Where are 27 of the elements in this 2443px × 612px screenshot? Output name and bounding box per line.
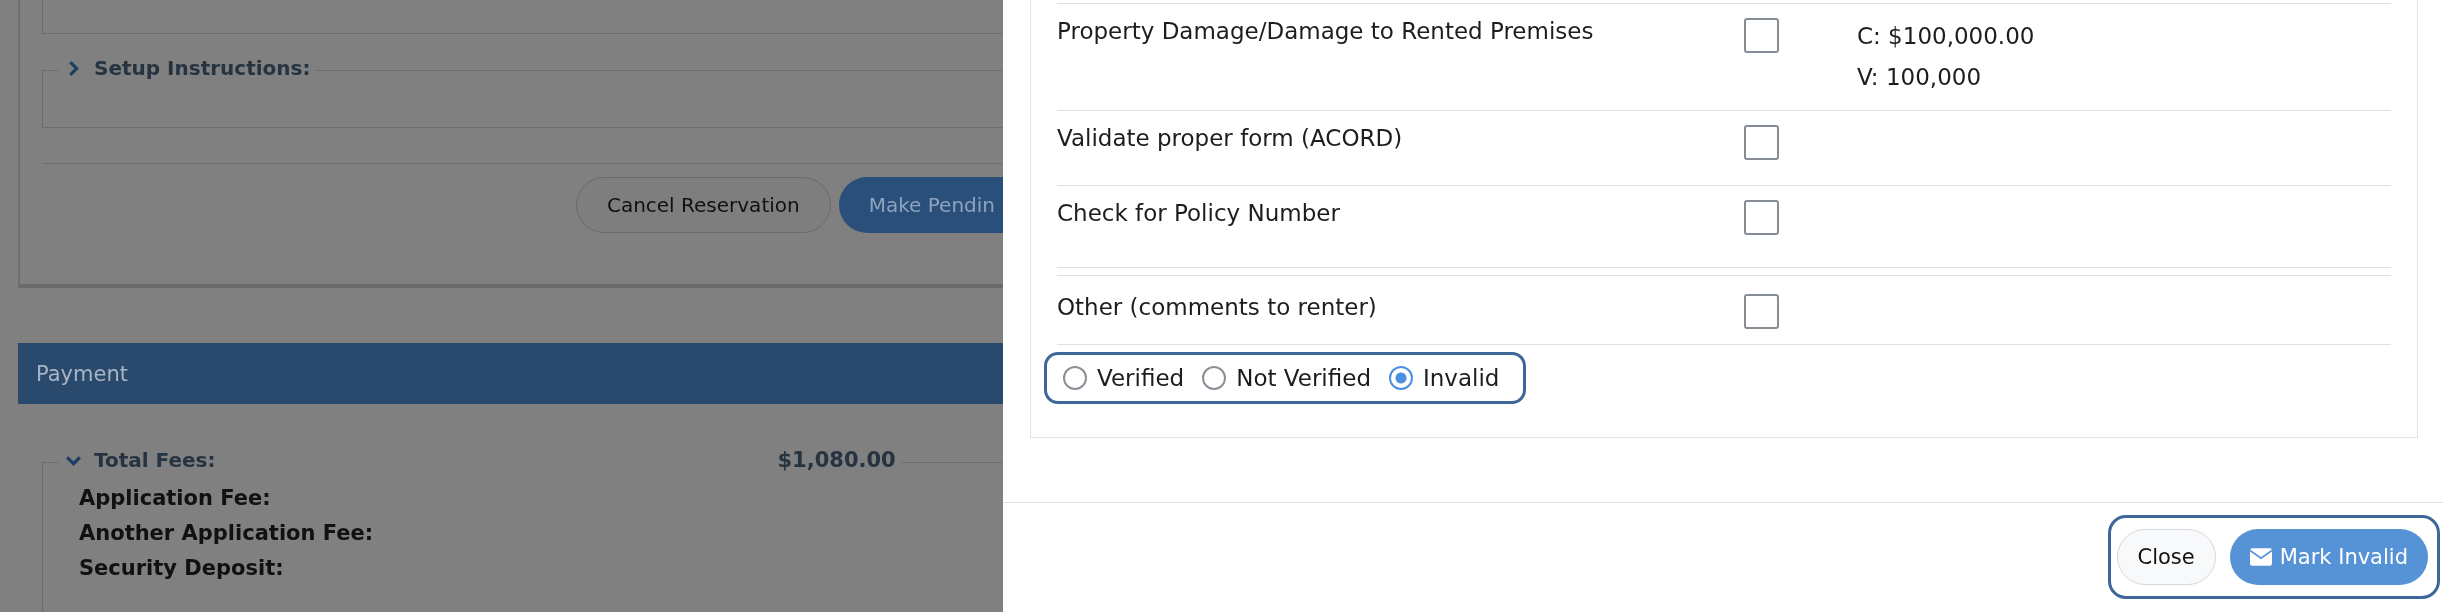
total-amount: $1,080.00 <box>777 448 896 472</box>
checkbox[interactable] <box>1744 200 1779 235</box>
fee-label: Security Deposit: <box>79 556 285 582</box>
radio-label[interactable]: Not Verified <box>1236 365 1371 391</box>
checklist-label: Other (comments to renter) <box>1057 294 1378 322</box>
section-label[interactable]: Total Fees: <box>94 448 216 472</box>
radio-button[interactable] <box>1389 366 1413 390</box>
payment-header: Payment <box>18 343 1003 404</box>
checkbox[interactable] <box>1744 125 1779 160</box>
radio-label[interactable]: Invalid <box>1423 365 1500 391</box>
checkbox[interactable] <box>1744 294 1779 329</box>
radio-label[interactable]: Verified <box>1097 365 1185 391</box>
cancel-reservation-button[interactable]: Cancel Reservation <box>575 177 831 233</box>
fee-label: Application Fee: <box>79 486 272 512</box>
radio-button[interactable] <box>1202 366 1227 390</box>
checklist-label: Validate proper form (ACORD) <box>1057 125 1404 153</box>
checkbox[interactable] <box>1744 18 1779 53</box>
checklist-label: Check for Policy Number <box>1057 200 1341 228</box>
coverage-value: C: $100,000.00 <box>1857 23 2035 49</box>
fee-label: Another Application Fee: <box>79 521 375 547</box>
envelope-icon <box>2249 548 2272 566</box>
radio-button[interactable] <box>1063 366 1087 390</box>
close-button[interactable]: Close <box>2116 529 2216 585</box>
checklist-label: Property Damage/Damage to Rented Premises <box>1057 18 1595 46</box>
coverage-value: V: 100,000 <box>1857 64 1983 90</box>
make-pending-button[interactable]: Make Pendin <box>838 177 1003 233</box>
mark-invalid-button[interactable]: Mark Invalid <box>2229 529 2428 585</box>
